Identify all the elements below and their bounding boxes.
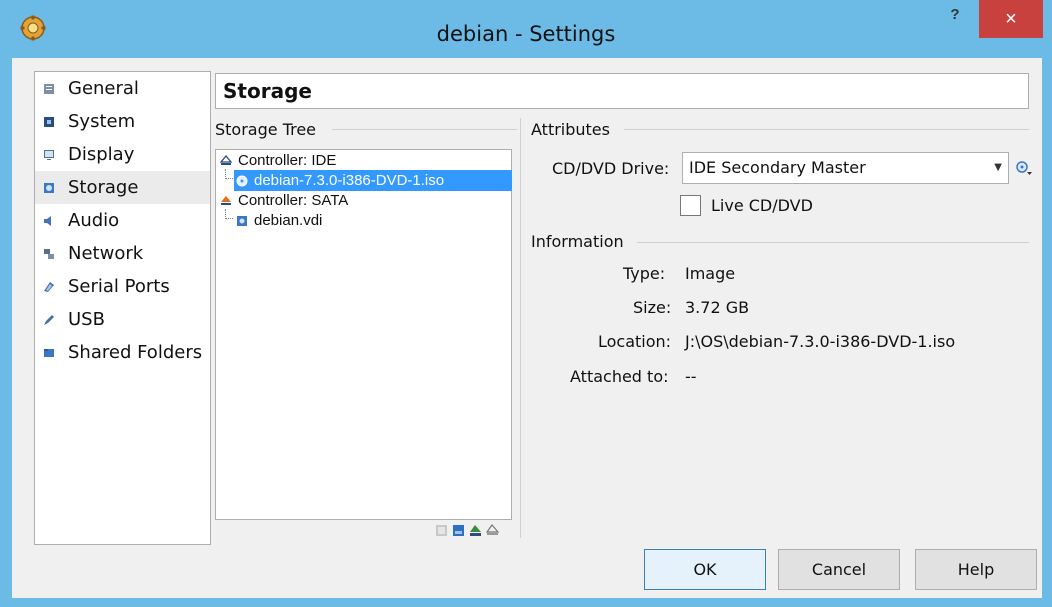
tree-controller-ide[interactable]: Controller: IDE [220, 150, 336, 171]
hard-disk-icon [237, 215, 247, 226]
dialog-client-area: General System Display Storage Audio Net… [12, 58, 1042, 598]
add-controller-icon[interactable] [469, 524, 482, 537]
attached-to-value: -- [685, 367, 697, 386]
attributes-separator [624, 129, 1029, 130]
page-title: Storage [215, 73, 1029, 109]
live-cd-dvd-label: Live CD/DVD [711, 196, 813, 215]
close-button[interactable]: × [979, 0, 1043, 38]
storage-tree-separator [332, 129, 517, 130]
cd-dvd-drive-label: CD/DVD Drive: [552, 159, 670, 178]
shared-folders-icon [44, 348, 54, 357]
window-title: debian - Settings [436, 22, 616, 46]
live-cd-dvd-checkbox[interactable] [680, 195, 701, 216]
add-attachment-icon[interactable] [435, 524, 448, 537]
tree-item-debian-vdi[interactable]: debian.vdi [234, 210, 322, 231]
cd-dvd-drive-select[interactable]: IDE Secondary Master ▼ [682, 152, 1009, 184]
nav-item-system[interactable]: System [35, 105, 210, 138]
storage-tree-toolbar [435, 524, 499, 538]
system-icon [44, 116, 54, 127]
tree-row-label: Controller: IDE [238, 152, 337, 169]
settings-category-list: General System Display Storage Audio Net… [34, 71, 211, 545]
nav-item-serial-ports[interactable]: Serial Ports [35, 270, 210, 303]
sata-controller-icon [221, 195, 231, 205]
cd-dvd-drive-value: IDE Secondary Master [689, 158, 866, 177]
nav-label: Storage [68, 177, 139, 198]
remove-controller-icon[interactable] [486, 524, 499, 537]
cancel-button[interactable]: Cancel [778, 549, 900, 590]
help-title-button[interactable]: ? [940, 6, 970, 28]
nav-label: System [68, 111, 136, 132]
settings-window: debian - Settings ? × General System Dis… [0, 0, 1052, 607]
tree-row-label: Controller: SATA [238, 192, 349, 209]
tree-branch-line [225, 209, 233, 219]
information-label: Information [531, 232, 632, 251]
nav-label: Display [68, 144, 135, 165]
chevron-down-icon: ▼ [994, 162, 1002, 173]
size-label: Size: [633, 298, 672, 317]
help-button[interactable]: Help [915, 549, 1037, 590]
nav-item-storage[interactable]: Storage [35, 171, 210, 204]
tree-item-debian-iso[interactable]: debian-7.3.0-i386-DVD-1.iso [234, 170, 512, 191]
attributes-label: Attributes [531, 120, 618, 139]
serial-ports-icon [44, 281, 54, 292]
tree-row-label: debian-7.3.0-i386-DVD-1.iso [254, 172, 445, 189]
network-icon [44, 248, 54, 259]
general-icon [44, 83, 54, 94]
ok-button[interactable]: OK [644, 549, 766, 590]
storage-tree-label: Storage Tree [215, 120, 325, 139]
display-icon [44, 149, 54, 160]
nav-label: Serial Ports [68, 276, 170, 297]
nav-item-general[interactable]: General [35, 72, 210, 105]
tree-branch-line [225, 169, 233, 179]
nav-label: USB [68, 309, 105, 330]
size-value: 3.72 GB [685, 298, 750, 317]
nav-item-usb[interactable]: USB [35, 303, 210, 336]
nav-label: Network [68, 243, 144, 264]
nav-item-shared-folders[interactable]: Shared Folders [35, 336, 210, 369]
nav-item-audio[interactable]: Audio [35, 204, 210, 237]
nav-label: General [68, 78, 139, 99]
nav-label: Shared Folders [68, 342, 203, 363]
attached-to-label: Attached to: [570, 367, 669, 386]
nav-item-network[interactable]: Network [35, 237, 210, 270]
panel-divider [520, 118, 521, 538]
nav-label: Audio [68, 210, 120, 231]
title-bar: debian - Settings ? × [0, 0, 1052, 65]
tree-controller-sata[interactable]: Controller: SATA [220, 190, 348, 211]
audio-icon [44, 215, 51, 226]
storage-tree[interactable]: Controller: IDE debian-7.3.0-i386-DVD-1.… [215, 149, 512, 520]
location-label: Location: [598, 332, 672, 351]
ide-controller-icon [220, 154, 232, 165]
location-value: J:\OS\debian-7.3.0-i386-DVD-1.iso [685, 332, 956, 351]
type-value: Image [685, 264, 736, 283]
add-hard-disk-icon[interactable] [452, 524, 465, 537]
type-label: Type: [623, 264, 666, 283]
nav-item-display[interactable]: Display [35, 138, 210, 171]
storage-icon [44, 182, 54, 193]
optical-disc-icon [236, 175, 248, 186]
information-separator [637, 242, 1029, 243]
choose-disk-icon[interactable] [1015, 159, 1033, 177]
tree-row-label: debian.vdi [254, 212, 323, 229]
usb-icon [44, 314, 54, 325]
